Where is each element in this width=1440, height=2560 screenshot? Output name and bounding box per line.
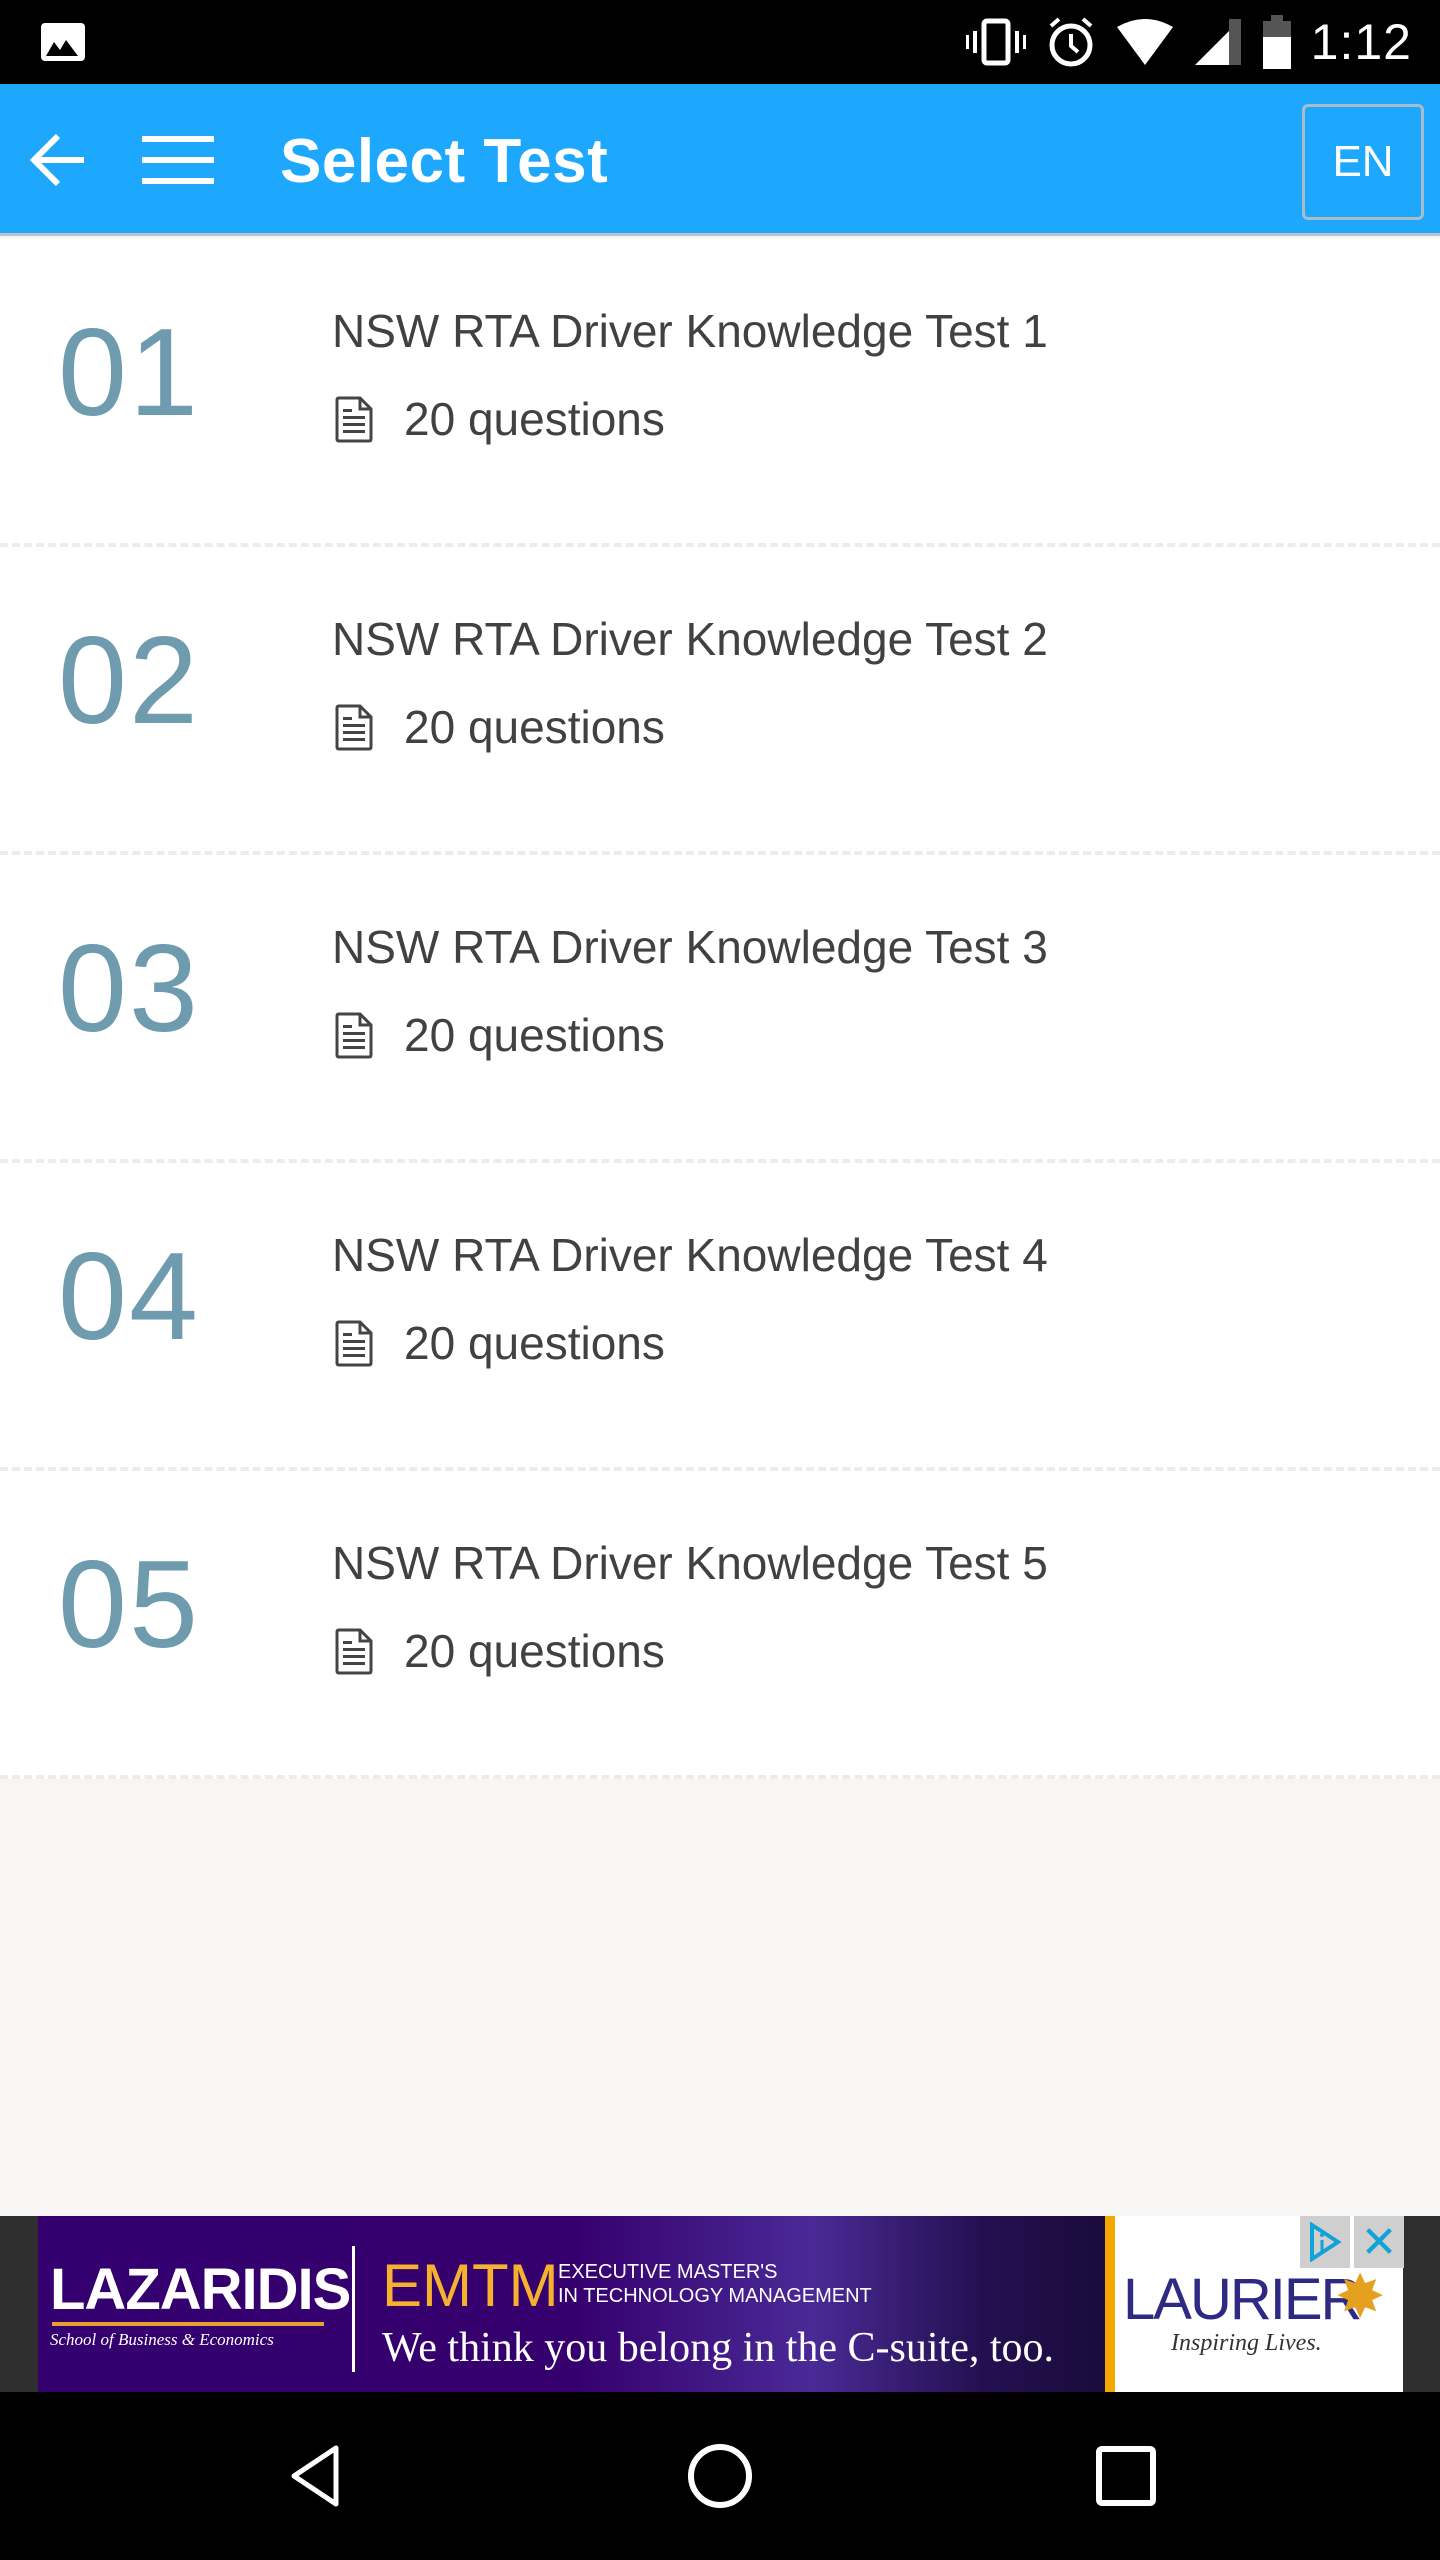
question-count: 20 questions	[404, 1317, 665, 1369]
test-title: NSW RTA Driver Knowledge Test 4	[332, 1229, 1048, 1281]
document-icon	[335, 704, 373, 751]
ad-accent-bar	[1105, 2216, 1115, 2392]
status-icons: 1:12	[965, 0, 1412, 84]
language-button[interactable]: EN	[1302, 104, 1424, 220]
ad-divider	[352, 2246, 355, 2372]
ad-sponsor-tagline: Inspiring Lives.	[1171, 2330, 1322, 2356]
test-row[interactable]: 05 NSW RTA Driver Knowledge Test 5 20 qu…	[0, 1471, 1440, 1779]
recents-square-icon	[1096, 2446, 1156, 2506]
gallery-icon	[41, 23, 85, 61]
vibrate-icon	[965, 18, 1026, 66]
document-icon	[335, 396, 373, 443]
ad-banner[interactable]: LAZARIDIS School of Business & Economics…	[0, 2216, 1440, 2392]
wifi-icon	[1116, 19, 1173, 65]
ad-program-sub-line1: EXECUTIVE MASTER'S	[558, 2261, 778, 2283]
close-icon: ✕	[1360, 2217, 1398, 2267]
test-number: 04	[58, 1228, 200, 1366]
document-icon	[335, 1320, 373, 1367]
ad-program: EMTM	[382, 2252, 559, 2319]
test-meta: 20 questions	[334, 1005, 665, 1065]
test-row[interactable]: 04 NSW RTA Driver Knowledge Test 4 20 qu…	[0, 1163, 1440, 1471]
ad-program-sub-line2: IN TECHNOLOGY MANAGEMENT	[558, 2285, 872, 2307]
home-circle-icon	[688, 2444, 752, 2508]
test-title: NSW RTA Driver Knowledge Test 3	[332, 921, 1048, 973]
test-row[interactable]: 02 NSW RTA Driver Knowledge Test 2 20 qu…	[0, 547, 1440, 855]
test-meta: 20 questions	[334, 1313, 665, 1373]
test-row[interactable]: 03 NSW RTA Driver Knowledge Test 3 20 qu…	[0, 855, 1440, 1163]
ad-brand-underline	[52, 2322, 324, 2326]
test-meta: 20 questions	[334, 389, 665, 449]
signal-icon	[1194, 19, 1241, 65]
test-number: 03	[58, 920, 200, 1058]
test-title: NSW RTA Driver Knowledge Test 2	[332, 613, 1048, 665]
ad-program-sub: EXECUTIVE MASTER'S IN TECHNOLOGY MANAGEM…	[558, 2260, 872, 2308]
ad-choices-button[interactable]	[1300, 2216, 1350, 2268]
menu-button[interactable]	[140, 124, 216, 196]
ad-choices-icon	[1310, 2222, 1342, 2262]
test-number: 01	[58, 304, 200, 442]
ad-creative[interactable]: LAZARIDIS School of Business & Economics…	[38, 2216, 1112, 2392]
question-count: 20 questions	[404, 701, 665, 753]
app-bar: Select Test EN	[0, 84, 1440, 236]
ad-sponsor-name: LAURIER	[1123, 2267, 1362, 2332]
test-number: 05	[58, 1536, 200, 1674]
nav-back-button[interactable]	[276, 2436, 356, 2516]
test-list: 01 NSW RTA Driver Knowledge Test 1 20 qu…	[0, 239, 1440, 1779]
back-triangle-icon	[291, 2445, 339, 2507]
arrow-left-icon	[29, 133, 84, 187]
document-icon	[335, 1628, 373, 1675]
test-number: 02	[58, 612, 200, 750]
question-count: 20 questions	[404, 1625, 665, 1677]
clock: 1:12	[1310, 14, 1412, 70]
status-bar: 1:12	[0, 0, 1440, 84]
ad-tagline: We think you belong in the C-suite, too.	[382, 2325, 1055, 2371]
nav-recents-button[interactable]	[1086, 2436, 1166, 2516]
question-count: 20 questions	[404, 393, 665, 445]
battery-icon	[1262, 15, 1291, 69]
system-nav-bar	[0, 2392, 1440, 2560]
maple-leaf-icon: ✸	[1335, 2263, 1386, 2330]
test-title: NSW RTA Driver Knowledge Test 5	[332, 1537, 1048, 1589]
page-title: Select Test	[280, 127, 609, 196]
ad-brand-sub: School of Business & Economics	[50, 2330, 274, 2349]
alarm-icon	[1049, 17, 1093, 67]
back-button[interactable]	[22, 124, 94, 196]
nav-home-button[interactable]	[680, 2436, 760, 2516]
hamburger-menu-icon	[142, 136, 214, 184]
test-meta: 20 questions	[334, 697, 665, 757]
test-title: NSW RTA Driver Knowledge Test 1	[332, 305, 1048, 357]
document-icon	[335, 1012, 373, 1059]
ad-brand: LAZARIDIS	[50, 2257, 351, 2322]
test-row[interactable]: 01 NSW RTA Driver Knowledge Test 1 20 qu…	[0, 239, 1440, 547]
question-count: 20 questions	[404, 1009, 665, 1061]
ad-close-button[interactable]: ✕	[1354, 2216, 1404, 2268]
test-meta: 20 questions	[334, 1621, 665, 1681]
